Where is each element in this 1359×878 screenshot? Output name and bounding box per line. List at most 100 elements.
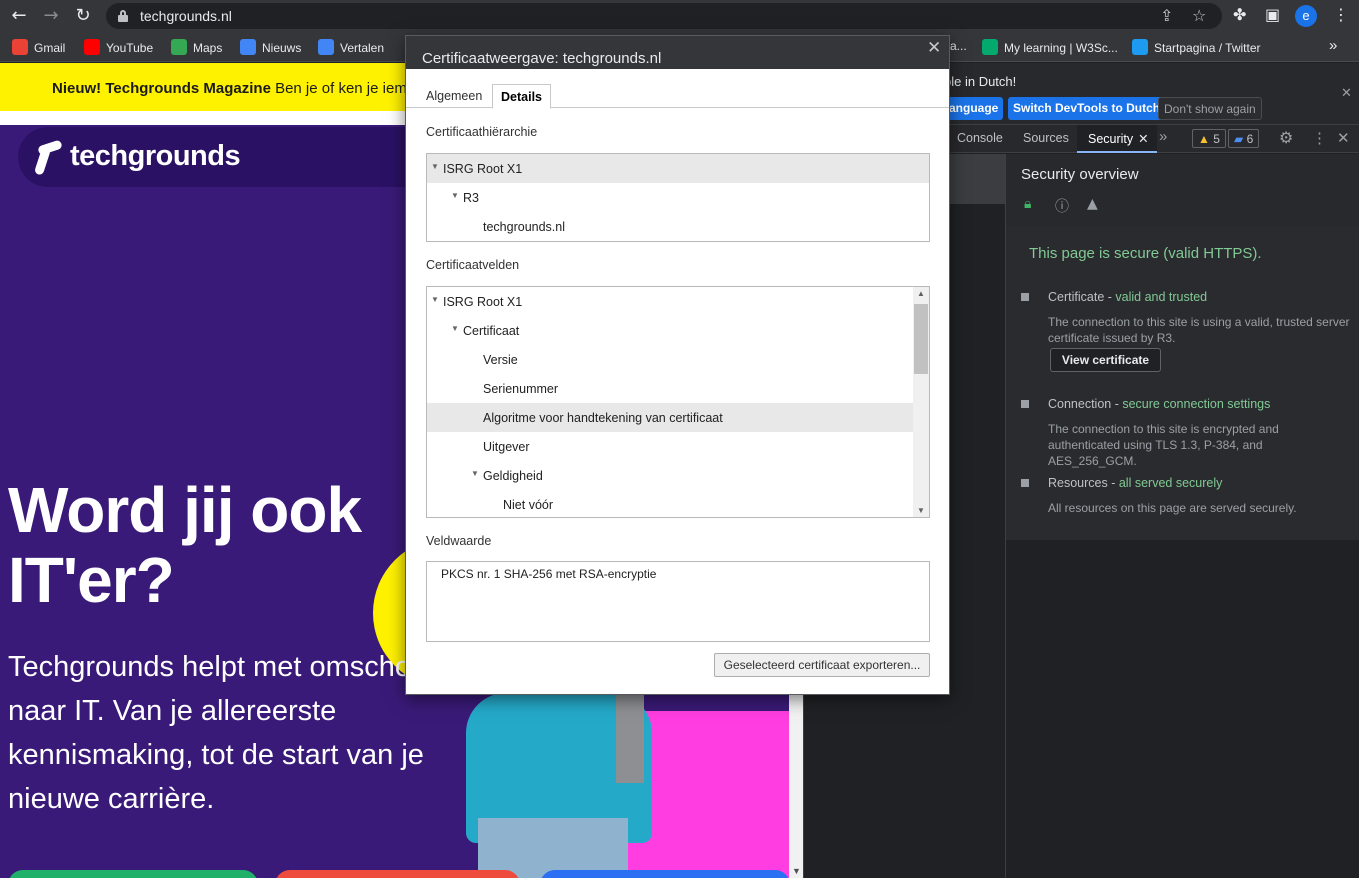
value-label: Veldwaarde	[426, 534, 492, 548]
messages-badge[interactable]: ▰ 6	[1228, 129, 1260, 148]
warning-icon: ▲	[1198, 132, 1210, 146]
share-icon[interactable]: ⇪	[1160, 6, 1173, 25]
tree-item[interactable]: ▼ ISRG Root X1	[427, 154, 929, 183]
logo-text: techgrounds	[70, 140, 241, 172]
site-logo[interactable]: techgrounds	[18, 127, 438, 187]
fields-scrollbar[interactable]: ▲ ▼	[913, 287, 929, 517]
url-text[interactable]: techgrounds.nl	[140, 8, 232, 24]
connection-status: secure connection settings	[1122, 397, 1271, 411]
cta-button-blue[interactable]	[540, 870, 790, 878]
tree-item[interactable]: ▼ Certificaat	[427, 316, 914, 345]
scroll-up-icon[interactable]: ▲	[917, 289, 925, 298]
tree-item[interactable]: Niet vóór	[427, 490, 914, 517]
lock-icon[interactable]	[118, 10, 128, 22]
tab-console[interactable]: Console	[957, 131, 1003, 145]
certificate-hierarchy-tree[interactable]: ▼ ISRG Root X1 ▼ R3 techgrounds.nl	[426, 153, 930, 242]
more-tabs-icon[interactable]: »	[1159, 128, 1167, 145]
tree-item[interactable]: ▼ ISRG Root X1	[427, 287, 914, 316]
address-bar[interactable]: techgrounds.nl ⇪ ☆	[106, 3, 1222, 29]
banner-title[interactable]: Nieuw! Techgrounds Magazine	[52, 80, 271, 97]
techgrounds-logo-icon	[30, 139, 66, 176]
tab-details[interactable]: Details	[492, 84, 551, 109]
banner-text[interactable]: Ben je of ken je ieme	[271, 80, 415, 97]
cta-button-red[interactable]	[275, 870, 520, 878]
switch-to-dutch-button[interactable]: Switch DevTools to Dutch	[1008, 97, 1166, 120]
tree-item[interactable]: ▼ R3	[427, 183, 929, 212]
gear-icon[interactable]: ⚙	[1279, 128, 1293, 147]
tab-algemeen[interactable]: Algemeen	[418, 84, 490, 108]
twitter-icon	[1132, 39, 1148, 55]
avatar[interactable]: e	[1295, 5, 1317, 27]
secure-message: This page is secure (valid HTTPS).	[1029, 245, 1262, 262]
tree-item[interactable]: Serienummer	[427, 374, 914, 403]
expand-triangle-icon[interactable]: ▼	[451, 324, 459, 333]
warnings-badge[interactable]: ▲ 5	[1192, 129, 1226, 148]
close-icon[interactable]: ✕	[1341, 85, 1352, 101]
tree-item[interactable]: Uitgever	[427, 432, 914, 461]
set-language-button[interactable]: anguage	[944, 97, 1004, 120]
bullet-icon	[1021, 400, 1029, 408]
w3schools-icon	[982, 39, 998, 55]
close-tab-icon[interactable]: ✕	[1138, 132, 1148, 146]
view-certificate-button[interactable]: View certificate	[1050, 348, 1161, 372]
message-icon: ▰	[1234, 132, 1244, 146]
tree-item[interactable]: ▼ Geldigheid	[427, 461, 914, 490]
expand-triangle-icon[interactable]: ▼	[431, 162, 439, 171]
bookmark-twitter[interactable]: Startpagina / Twitter	[1132, 39, 1261, 55]
bookmark-truncated[interactable]: a...	[950, 39, 967, 55]
bullet-icon	[1021, 293, 1029, 301]
field-value-text[interactable]: PKCS nr. 1 SHA-256 met RSA-encryptie	[441, 567, 656, 581]
dialog-title: Certificaatweergave: techgrounds.nl	[422, 50, 662, 67]
scrollbar-thumb[interactable]	[914, 304, 928, 374]
bookmark-gmail[interactable]: Gmail	[12, 39, 65, 55]
forward-arrow-icon[interactable]: →	[40, 5, 62, 27]
scroll-down-icon[interactable]: ▼	[792, 866, 801, 876]
expand-triangle-icon[interactable]: ▼	[471, 469, 479, 478]
resources-status: all served securely	[1118, 476, 1223, 490]
fields-label: Certificaatvelden	[426, 258, 520, 272]
translate-icon	[318, 39, 334, 55]
google-icon	[12, 39, 28, 55]
expand-triangle-icon[interactable]: ▼	[431, 295, 439, 304]
bookmark-star-icon[interactable]: ☆	[1192, 6, 1206, 25]
tree-item[interactable]: Versie	[427, 345, 914, 374]
tree-item[interactable]: techgrounds.nl	[427, 212, 929, 241]
browser-toolbar: ← → ↻ techgrounds.nl ⇪ ☆ ✤ ▣ e ⋮	[0, 0, 1359, 32]
tree-item-selected[interactable]: Algoritme voor handtekening van certific…	[427, 403, 914, 432]
devtools-menu-icon[interactable]: ⋮	[1312, 129, 1327, 147]
export-certificate-button[interactable]: Geselecteerd certificaat exporteren...	[714, 653, 930, 677]
certificate-viewer-dialog: Certificaatweergave: techgrounds.nl ✕ Al…	[405, 35, 950, 695]
info-icon: ⓘ	[1055, 199, 1069, 215]
close-icon[interactable]: ✕	[927, 38, 941, 58]
bookmark-youtube[interactable]: YouTube	[84, 39, 153, 55]
dialog-tabs: Algemeen Details	[406, 84, 949, 109]
hero-title: Word jij ook IT'er?	[8, 474, 362, 616]
back-arrow-icon[interactable]: ←	[8, 5, 30, 27]
certificate-fields-tree[interactable]: ▼ ISRG Root X1 ▼ Certificaat Versie Serien…	[426, 286, 930, 518]
tab-sources[interactable]: Sources	[1023, 131, 1069, 145]
expand-triangle-icon[interactable]: ▼	[451, 191, 459, 200]
resources-description: All resources on this page are served se…	[1048, 501, 1297, 515]
cta-button-green[interactable]	[8, 870, 258, 878]
security-main: Security overview 🔒︎ ⓘ ▲ This page is se…	[1006, 154, 1359, 878]
scroll-down-icon[interactable]: ▼	[917, 506, 925, 515]
youtube-icon	[84, 39, 100, 55]
bookmark-w3schools[interactable]: My learning | W3Sc...	[982, 39, 1118, 55]
hierarchy-label: Certificaathiërarchie	[426, 125, 538, 139]
certificate-status: valid and trusted	[1115, 290, 1208, 304]
bookmark-maps[interactable]: Maps	[171, 39, 222, 55]
extensions-icon[interactable]: ✤	[1233, 5, 1246, 24]
close-devtools-icon[interactable]: ✕	[1337, 129, 1350, 147]
dont-show-again-button[interactable]: Don't show again	[1158, 97, 1262, 120]
tab-security[interactable]: Security ✕	[1077, 125, 1157, 153]
connection-label: Connection -	[1048, 397, 1123, 411]
reload-icon[interactable]: ↻	[72, 5, 94, 27]
bookmark-vertalen[interactable]: Vertalen	[318, 39, 384, 55]
dialog-titlebar: Certificaatweergave: techgrounds.nl ✕	[406, 36, 949, 69]
menu-kebab-icon[interactable]: ⋮	[1333, 5, 1349, 24]
side-panel-icon[interactable]: ▣	[1265, 5, 1280, 24]
more-bookmarks-icon[interactable]: »	[1329, 37, 1337, 54]
certificate-label: Certificate -	[1048, 290, 1116, 304]
bookmark-nieuws[interactable]: Nieuws	[240, 39, 301, 55]
field-value-box[interactable]: PKCS nr. 1 SHA-256 met RSA-encryptie	[426, 561, 930, 642]
